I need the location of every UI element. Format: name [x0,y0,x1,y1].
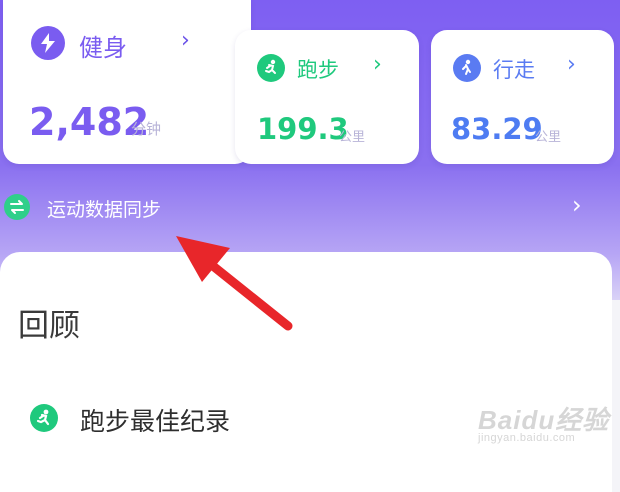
chevron-right-icon: › [567,52,576,77]
fitness-card[interactable]: 健身 › 2,482 分钟 [3,0,251,164]
walking-card[interactable]: 行走 › 83.29 公里 [431,30,614,164]
running-icon [257,54,285,82]
running-icon [30,404,58,432]
chevron-right-icon: › [572,191,582,219]
chevron-right-icon: › [181,28,190,53]
running-card-unit: 公里 [339,130,366,145]
running-card[interactable]: 跑步 › 199.3 公里 [235,30,419,164]
walking-card-value: 83.29 [451,112,543,146]
fitness-card-title: 健身 [79,34,127,62]
sync-row[interactable]: 运动数据同步 › [0,188,620,228]
walking-icon [453,54,481,82]
walking-card-title: 行走 [493,58,535,82]
fitness-card-unit: 分钟 [131,120,162,138]
baidu-watermark: Baidu经验 jingyan.baidu.com [478,400,618,460]
chevron-right-icon: › [373,52,382,77]
walking-card-unit: 公里 [535,130,562,145]
sync-icon [4,194,30,220]
sync-label: 运动数据同步 [47,199,162,221]
running-best-record-label: 跑步最佳纪录 [80,407,231,436]
running-card-value: 199.3 [257,112,349,146]
lightning-icon [31,26,65,60]
watermark-sub: jingyan.baidu.com [478,432,576,444]
running-card-title: 跑步 [297,58,339,82]
review-title: 回顾 [18,308,80,344]
